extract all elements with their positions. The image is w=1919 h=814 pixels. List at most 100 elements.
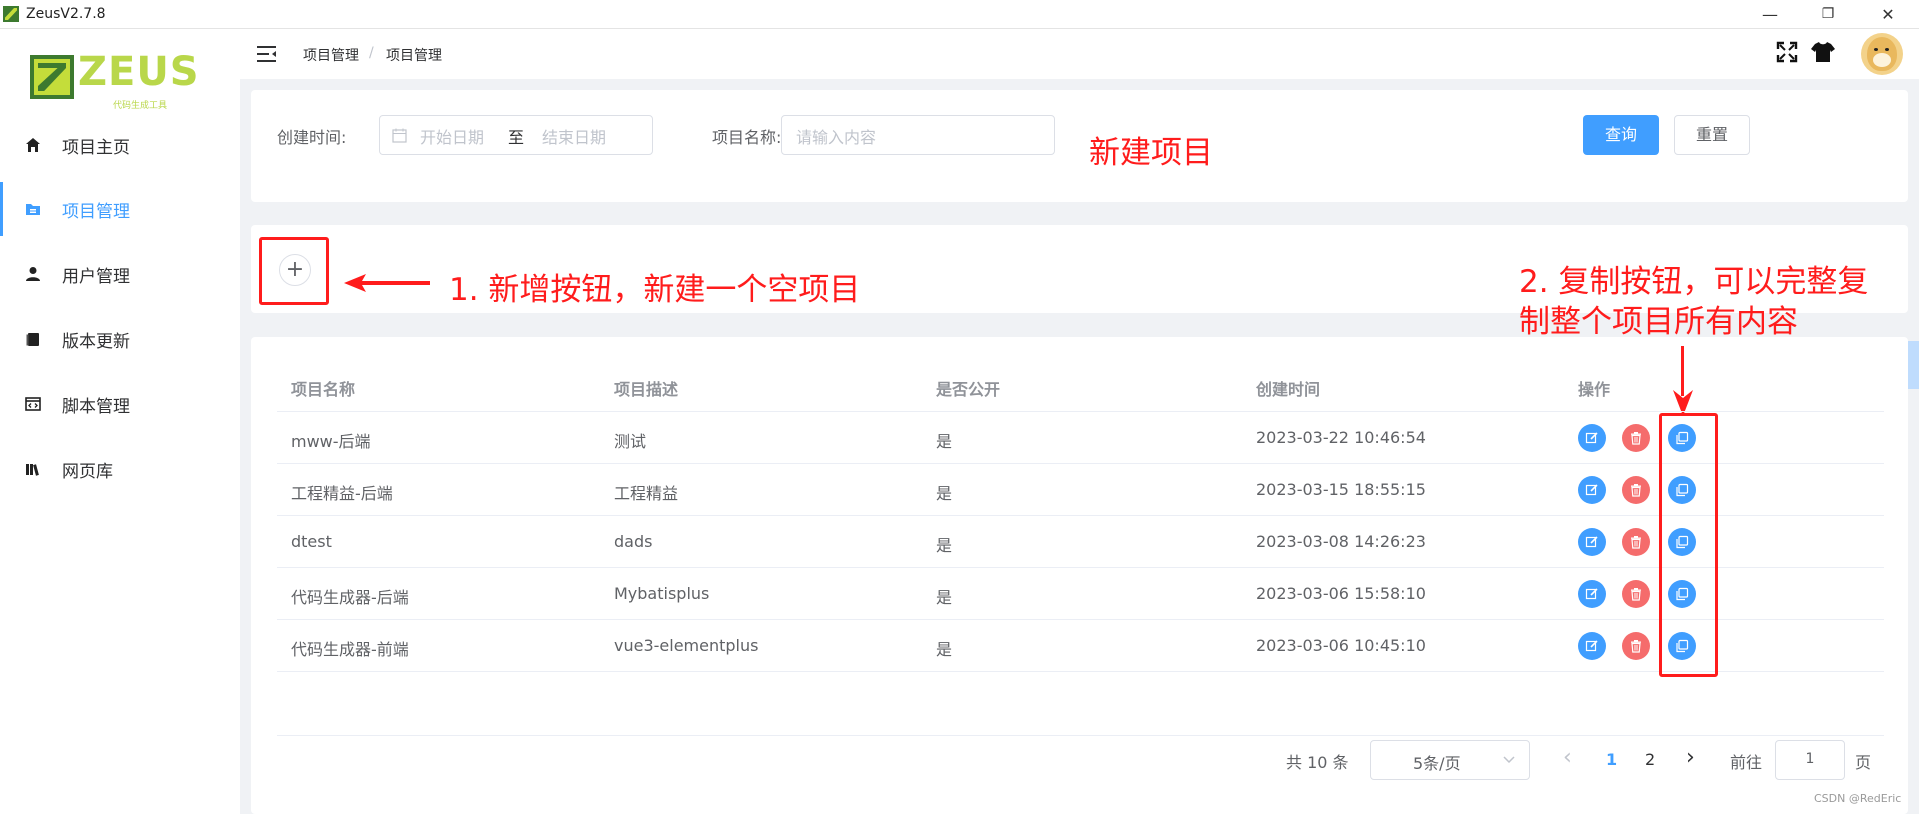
edit-button[interactable] — [1578, 580, 1606, 608]
sidebar-item-users[interactable]: 用户管理 — [0, 247, 240, 301]
goto-page-input[interactable]: 1 — [1775, 740, 1845, 780]
folder-icon — [26, 204, 40, 215]
reset-button[interactable]: 重置 — [1674, 115, 1750, 155]
annotation-copy-highlight — [1659, 413, 1718, 677]
delete-button[interactable] — [1622, 528, 1650, 556]
cell-name: mww-后端 — [291, 432, 371, 451]
page-size-value: 5条/页 — [1413, 754, 1461, 773]
minimize-button[interactable]: — — [1747, 0, 1793, 29]
close-window-button[interactable]: ✕ — [1865, 0, 1911, 29]
edit-button[interactable] — [1578, 476, 1606, 504]
column-header-description: 项目描述 — [614, 380, 679, 399]
column-header-actions: 操作 — [1578, 380, 1611, 399]
calendar-icon — [392, 128, 407, 143]
annotation-new-project: 新建项目 — [1089, 135, 1213, 171]
column-header-public: 是否公开 — [936, 380, 1001, 399]
edit-icon — [1585, 588, 1598, 600]
cell-created: 2023-03-15 18:55:15 — [1256, 480, 1426, 499]
project-name-placeholder: 请输入内容 — [796, 128, 877, 147]
zeus-logo: ZEUS 代码生成工具 — [28, 49, 203, 111]
annotation-arrow-left-icon — [344, 274, 430, 292]
edit-button[interactable] — [1578, 424, 1606, 452]
start-date-input[interactable]: 开始日期 — [420, 124, 484, 148]
edit-button[interactable] — [1578, 632, 1606, 660]
sidebar-item-webpages[interactable]: 网页库 — [0, 442, 240, 496]
cell-description: dads — [614, 532, 653, 551]
cell-public: 是 — [936, 536, 953, 555]
add-project-button[interactable]: + — [279, 254, 311, 286]
trash-icon — [1631, 536, 1641, 549]
search-card: 创建时间: 开始日期 至 结束日期 项目名称: 请输入内容 查询 重置 — [251, 90, 1908, 202]
document-icon — [26, 333, 39, 346]
cell-description: Mybatisplus — [614, 584, 710, 603]
date-range-picker[interactable]: 开始日期 至 结束日期 — [379, 115, 653, 155]
annotation-copy-note: 2. 复制按钮，可以完整复 制整个项目所有内容 — [1519, 262, 1868, 342]
avatar[interactable] — [1861, 33, 1903, 75]
trash-icon — [1631, 588, 1641, 601]
breadcrumb-separator: / — [369, 45, 374, 61]
chevron-down-icon — [1503, 756, 1515, 764]
annotation-copy-line1: 2. 复制按钮，可以完整复 — [1519, 264, 1869, 300]
watermark: CSDN @RedEric — [1814, 792, 1902, 805]
delete-button[interactable] — [1622, 424, 1650, 452]
logo-tagline: 代码生成工具 — [113, 101, 168, 111]
edit-icon — [1585, 536, 1598, 548]
cell-public: 是 — [936, 432, 953, 451]
cell-description: 测试 — [614, 432, 647, 451]
column-header-name: 项目名称 — [291, 380, 356, 399]
books-icon — [26, 464, 39, 476]
sidebar-item-updates[interactable]: 版本更新 — [0, 312, 240, 366]
sidebar-item-label: 用户管理 — [62, 266, 130, 287]
trash-icon — [1631, 432, 1641, 445]
app-icon — [3, 6, 19, 22]
sidebar-item-home[interactable]: 项目主页 — [0, 118, 240, 172]
date-label: 创建时间: — [277, 128, 347, 147]
sidebar-item-label: 项目主页 — [62, 137, 130, 158]
end-date-input[interactable]: 结束日期 — [542, 124, 606, 148]
edit-icon — [1585, 432, 1598, 444]
page-size-select[interactable]: 5条/页 — [1370, 740, 1530, 780]
trash-icon — [1631, 640, 1641, 653]
user-icon — [26, 267, 40, 281]
cell-name: 工程精益-后端 — [291, 484, 393, 503]
cell-name: 代码生成器-前端 — [291, 640, 409, 659]
top-header: 项目管理 / 项目管理 — [240, 29, 1919, 79]
edit-button[interactable] — [1578, 528, 1606, 556]
query-button[interactable]: 查询 — [1583, 115, 1659, 155]
annotation-copy-line2: 制整个项目所有内容 — [1519, 304, 1798, 340]
delete-button[interactable] — [1622, 476, 1650, 504]
goto-label: 前往 — [1730, 753, 1763, 772]
logo-mark-icon — [30, 55, 74, 99]
cell-name: 代码生成器-后端 — [291, 588, 409, 607]
next-page-button[interactable]: › — [1686, 745, 1695, 770]
page-suffix: 页 — [1855, 753, 1872, 772]
pagination-total: 共 10 条 — [1286, 753, 1349, 772]
breadcrumb-item-current: 项目管理 — [386, 48, 442, 64]
window-titlebar: ZeusV2.7.8 — ❐ ✕ — [0, 0, 1919, 29]
column-header-created: 创建时间 — [1256, 380, 1321, 399]
table-header-row — [277, 360, 1884, 412]
theme-shirt-icon[interactable] — [1811, 41, 1835, 63]
fullscreen-icon[interactable] — [1776, 41, 1798, 63]
edit-icon — [1585, 484, 1598, 496]
breadcrumb-item[interactable]: 项目管理 — [303, 45, 359, 65]
cell-public: 是 — [936, 640, 953, 659]
project-name-input[interactable]: 请输入内容 — [781, 115, 1055, 155]
table-bottom-divider — [277, 735, 1884, 736]
menu-collapse-icon[interactable] — [256, 44, 278, 64]
restore-button[interactable]: ❐ — [1805, 0, 1851, 29]
sidebar-item-scripts[interactable]: 脚本管理 — [0, 377, 240, 431]
home-icon — [26, 138, 40, 152]
delete-button[interactable] — [1622, 632, 1650, 660]
goto-page-value: 1 — [1805, 751, 1815, 767]
delete-button[interactable] — [1622, 580, 1650, 608]
cell-created: 2023-03-08 14:26:23 — [1256, 532, 1426, 551]
logo-word: ZEUS — [78, 49, 200, 95]
page-1-button[interactable]: 1 — [1606, 750, 1617, 769]
cell-created: 2023-03-22 10:46:54 — [1256, 428, 1426, 447]
sidebar-item-label: 项目管理 — [62, 201, 130, 222]
prev-page-button[interactable]: ‹ — [1563, 745, 1572, 770]
sidebar-item-projects[interactable]: 项目管理 — [0, 182, 240, 236]
page-2-button[interactable]: 2 — [1645, 750, 1655, 769]
code-window-icon — [25, 397, 41, 411]
